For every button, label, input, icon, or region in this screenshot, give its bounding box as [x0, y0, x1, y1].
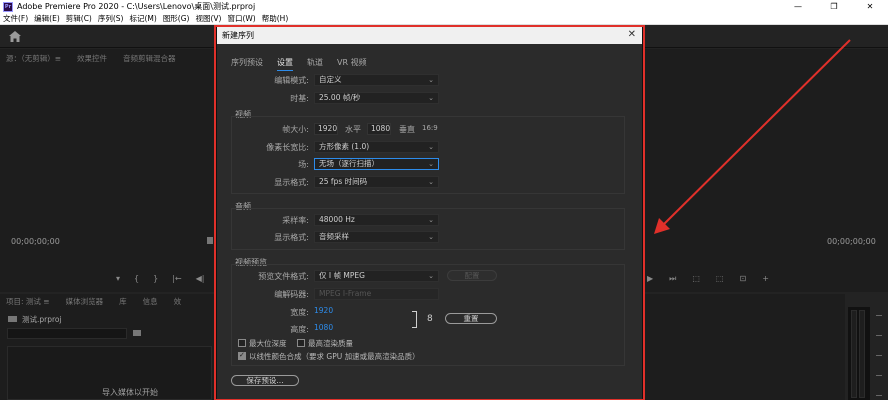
premiere-window: Pr Adobe Premiere Pro 2020 - C:\Users\Le… [0, 0, 888, 400]
annotation-arrow [654, 39, 851, 234]
annotation-arrow-line [659, 39, 851, 229]
